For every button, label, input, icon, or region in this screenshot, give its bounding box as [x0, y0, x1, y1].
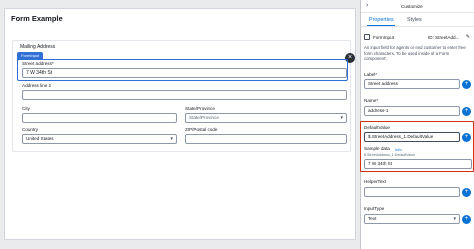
plus-icon[interactable]: +: [462, 79, 471, 89]
plus-icon[interactable]: +: [462, 106, 471, 116]
plus-icon[interactable]: +: [462, 214, 471, 224]
tab-styles[interactable]: Styles: [407, 17, 422, 23]
input-type-label: InputType: [364, 206, 385, 211]
label-input[interactable]: Street address: [364, 79, 460, 89]
panel-header: › Customize: [361, 0, 474, 13]
component-description: An input field for agents or end custome…: [364, 45, 466, 62]
collapse-chevron-icon[interactable]: ›: [366, 2, 368, 9]
component-icon: [364, 34, 370, 40]
chevron-down-icon: ▾: [340, 115, 343, 121]
address-line-2-label: Address line 2: [22, 83, 52, 88]
name-input[interactable]: address-1: [364, 106, 460, 116]
state-select[interactable]: State/Province ▾: [185, 113, 347, 123]
country-select[interactable]: United States ▾: [22, 134, 177, 144]
input-type-select[interactable]: Text ▾: [364, 214, 460, 224]
state-label: State/Province: [185, 106, 215, 111]
pencil-icon[interactable]: ✎: [466, 34, 470, 40]
component-header: FormInput ID: StreetAdd... ✎: [364, 34, 472, 42]
helper-text-label: HelperText: [364, 179, 386, 184]
label-field-label: Label*: [364, 72, 378, 77]
section-label: Mailing Address: [20, 44, 56, 50]
name-field-label: Name*: [364, 98, 379, 103]
helper-text-input[interactable]: [364, 187, 460, 197]
mailing-address-section[interactable]: Mailing Address × FormInput Street addre…: [12, 40, 355, 152]
city-input[interactable]: [22, 113, 177, 123]
builder-canvas: Form Example Mailing Address × FormInput…: [0, 0, 360, 249]
chevron-down-icon: ▾: [453, 216, 456, 222]
component-tag: FormInput: [17, 52, 44, 60]
highlight-box: [360, 121, 474, 172]
zip-label: ZIP/Postal code: [185, 127, 218, 132]
tab-properties[interactable]: Properties: [369, 17, 394, 23]
component-name: FormInput: [373, 35, 394, 40]
divider: [361, 26, 474, 27]
zip-input[interactable]: [185, 134, 347, 144]
form-card: Form Example Mailing Address × FormInput…: [4, 8, 356, 240]
street-address-input[interactable]: 7 W 34th St: [22, 68, 347, 78]
chevron-down-icon: ▾: [170, 136, 173, 142]
city-label: City: [22, 106, 30, 111]
address-line-2-input[interactable]: [22, 90, 347, 100]
panel-title: Customize: [401, 4, 423, 9]
panel-tabs: Properties Styles: [361, 14, 474, 27]
street-address-label: Street address*: [22, 61, 54, 66]
component-id: ID: StreetAdd...: [428, 35, 460, 40]
form-title: Form Example: [11, 14, 63, 23]
plus-icon[interactable]: +: [462, 187, 471, 197]
country-label: Country: [22, 127, 39, 132]
